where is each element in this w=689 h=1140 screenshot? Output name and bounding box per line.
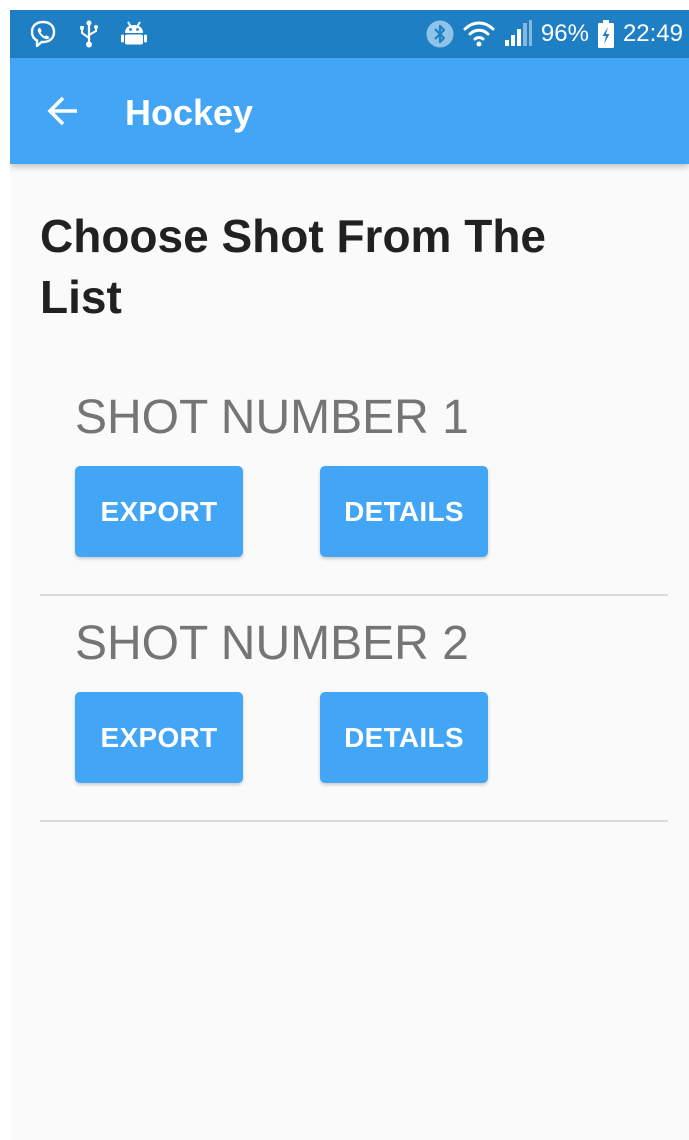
usb-icon <box>78 19 100 49</box>
details-button[interactable]: DETAILS <box>320 466 488 557</box>
status-bar: 96% 22:49 <box>10 10 689 58</box>
status-bar-system: 96% 22:49 <box>425 16 683 52</box>
status-bar-notifications <box>28 18 148 50</box>
battery-percentage: 96% <box>540 20 589 47</box>
android-debug-icon <box>120 19 148 49</box>
shot-list-item: SHOT NUMBER 2 EXPORT DETAILS <box>40 596 668 822</box>
shot-label: SHOT NUMBER 2 <box>75 617 469 670</box>
export-button[interactable]: EXPORT <box>75 692 243 783</box>
app-title: Hockey <box>125 92 254 133</box>
battery-charging-icon <box>597 19 615 49</box>
viber-icon <box>28 19 58 49</box>
phone-screen: 96% 22:49 Hockey Choose Shot From The Li… <box>10 10 689 1140</box>
clock-time: 22:49 <box>622 20 683 47</box>
export-button[interactable]: EXPORT <box>75 466 243 557</box>
shot-label: SHOT NUMBER 1 <box>75 391 469 444</box>
cell-signal-icon <box>503 19 533 49</box>
arrow-left-icon <box>47 96 77 126</box>
details-button[interactable]: DETAILS <box>320 692 488 783</box>
page-title: Choose Shot From The List <box>40 210 546 323</box>
bluetooth-icon <box>425 19 455 49</box>
app-bar: Hockey <box>10 58 689 164</box>
back-button[interactable] <box>38 86 88 136</box>
wifi-icon <box>463 20 495 48</box>
shot-list-item: SHOT NUMBER 1 EXPORT DETAILS <box>40 370 668 596</box>
